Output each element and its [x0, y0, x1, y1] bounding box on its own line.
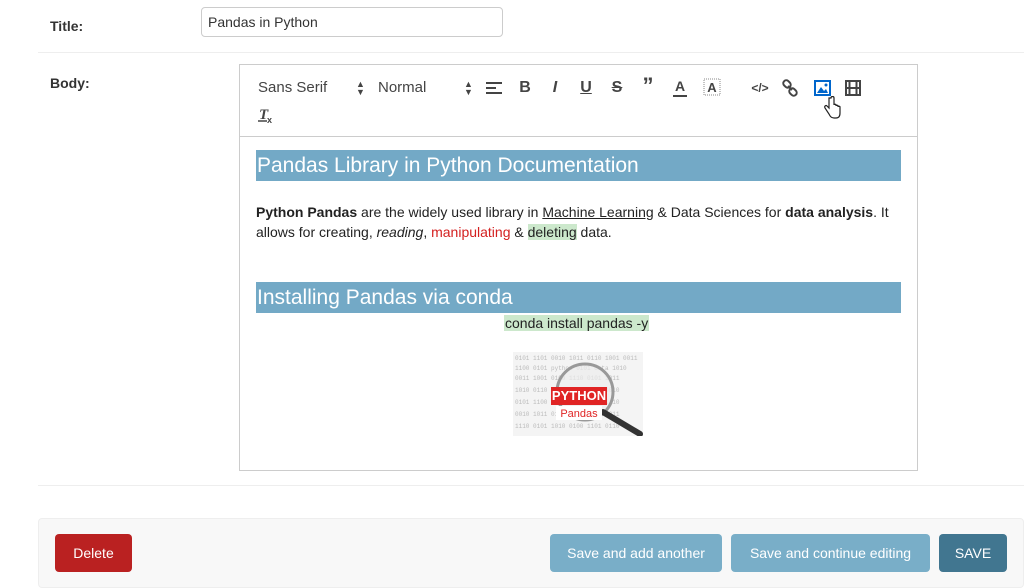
svg-text:1110 0101 1010 0100 1101 0110: 1110 0101 1010 0100 1101 0110 [515, 423, 620, 430]
svg-text:A: A [707, 80, 717, 95]
svg-text:0101 1101 0010 1011 0110 1001: 0101 1101 0010 1011 0110 1001 0011 [515, 355, 638, 362]
text: & [510, 224, 528, 240]
title-label: Title: [50, 18, 84, 34]
submit-row: Delete Save and add another Save and con… [38, 518, 1024, 588]
save-continue-button[interactable]: Save and continue editing [731, 534, 930, 572]
rich-text-editor: Sans Serif ▲ ▼ Normal ▲ ▼ B I U S ” A A </… [239, 64, 918, 471]
background-color-icon[interactable]: A [702, 77, 722, 99]
text: , [423, 224, 432, 240]
size-select-value: Normal [378, 78, 427, 96]
pointer-hand-icon [822, 95, 842, 121]
italic-text: reading [376, 224, 424, 240]
link-text[interactable]: Machine Learning [542, 204, 653, 220]
size-select[interactable]: Normal ▲ ▼ [378, 77, 478, 97]
italic-icon[interactable]: I [546, 78, 564, 98]
text: data. [576, 224, 612, 240]
text: & Data Sciences for [653, 204, 786, 220]
bold-icon[interactable]: B [516, 78, 534, 98]
python-pandas-image[interactable]: 0101 1101 0010 1011 0110 1001 0011 1100 … [513, 352, 643, 437]
code-block-icon[interactable]: </> [750, 78, 770, 98]
delete-button[interactable]: Delete [55, 534, 132, 572]
save-add-another-button[interactable]: Save and add another [550, 534, 722, 572]
clean-format-icon[interactable]: Tx [256, 105, 276, 127]
image-word-python: PYTHON [552, 388, 606, 403]
heading-1: Pandas Library in Python Documentation [256, 150, 901, 181]
title-input[interactable] [201, 7, 503, 37]
svg-text:x: x [267, 115, 272, 125]
align-icon[interactable] [484, 78, 504, 98]
body-label: Body: [50, 75, 90, 91]
underline-icon[interactable]: U [577, 78, 595, 98]
strike-icon[interactable]: S [608, 78, 626, 98]
text-color-icon[interactable]: A [670, 77, 690, 99]
svg-text:A: A [675, 78, 685, 94]
paragraph: Python Pandas are the widely used librar… [256, 202, 896, 242]
save-button[interactable]: SAVE [939, 534, 1007, 572]
bold-text: Python Pandas [256, 204, 358, 220]
heading-2: Installing Pandas via conda [256, 282, 901, 313]
code-line: conda install pandas -y [504, 315, 650, 331]
bold-text: data analysis [785, 204, 874, 220]
editor-toolbar: Sans Serif ▲ ▼ Normal ▲ ▼ B I U S ” A A </… [240, 65, 917, 137]
red-text: manipulating [431, 224, 511, 240]
select-arrows-icon: ▲ ▼ [356, 79, 365, 97]
font-select-value: Sans Serif [258, 78, 328, 96]
image-word-pandas: Pandas [560, 408, 598, 420]
select-arrows-icon: ▲ ▼ [464, 79, 473, 97]
video-icon[interactable] [843, 78, 863, 98]
highlighted-text: deleting [527, 224, 577, 240]
title-row: Title: [38, 0, 1024, 53]
font-select[interactable]: Sans Serif ▲ ▼ [258, 77, 370, 97]
blockquote-icon[interactable]: ” [639, 73, 657, 98]
text: are the widely used library in [357, 204, 543, 220]
link-icon[interactable] [780, 77, 800, 99]
